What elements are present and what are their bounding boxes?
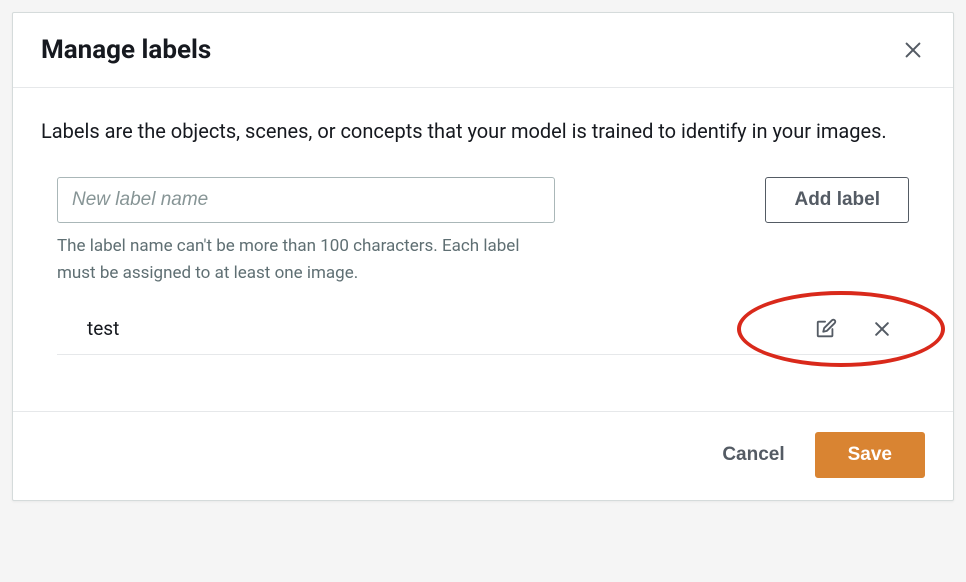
manage-labels-modal: Manage labels Labels are the objects, sc… xyxy=(12,12,954,501)
add-label-button[interactable]: Add label xyxy=(765,177,909,223)
edit-label-button[interactable] xyxy=(815,318,837,340)
edit-icon xyxy=(815,318,837,340)
cancel-button[interactable]: Cancel xyxy=(722,444,784,466)
new-label-input[interactable] xyxy=(57,177,555,223)
modal-footer: Cancel Save xyxy=(13,411,953,500)
close-icon xyxy=(872,319,892,339)
label-actions xyxy=(815,318,893,340)
label-name: test xyxy=(87,317,119,340)
helper-text: The label name can't be more than 100 ch… xyxy=(57,233,555,287)
modal-description: Labels are the objects, scenes, or conce… xyxy=(41,116,925,147)
save-button[interactable]: Save xyxy=(815,432,925,478)
modal-title: Manage labels xyxy=(41,35,211,65)
modal-body: Labels are the objects, scenes, or conce… xyxy=(13,88,953,359)
label-row: test xyxy=(57,303,909,355)
delete-label-button[interactable] xyxy=(871,318,893,340)
close-icon xyxy=(902,39,924,61)
close-button[interactable] xyxy=(901,38,925,62)
label-input-column: The label name can't be more than 100 ch… xyxy=(57,177,555,287)
modal-header: Manage labels xyxy=(13,13,953,88)
label-input-row: The label name can't be more than 100 ch… xyxy=(41,177,925,287)
